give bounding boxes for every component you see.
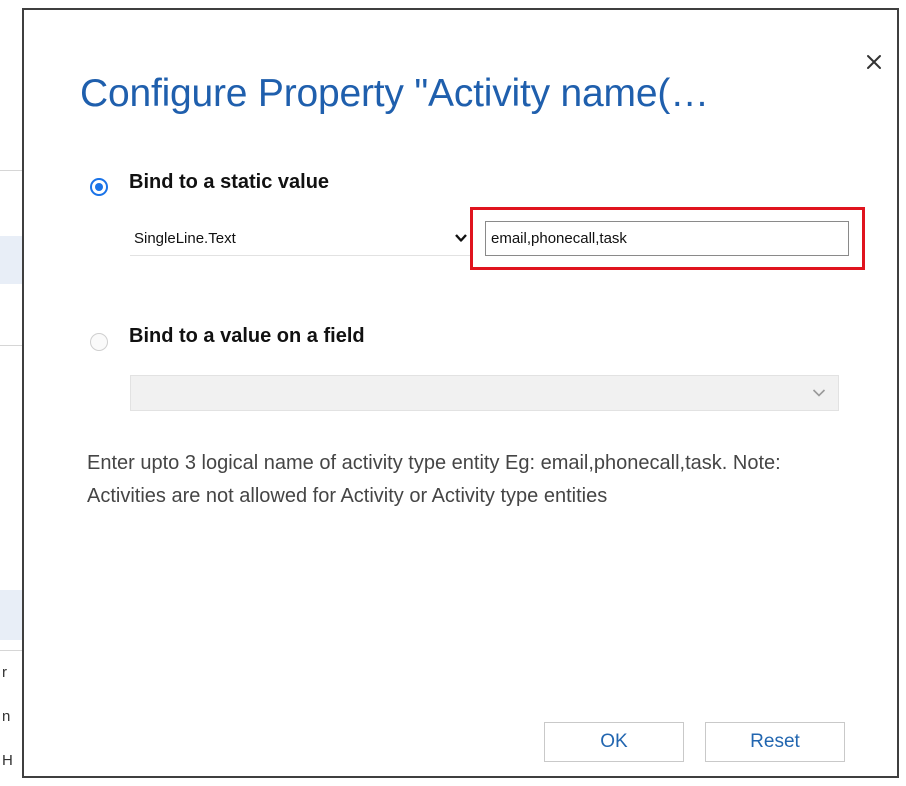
bg-text-fragment: H <box>2 752 13 769</box>
bg-divider <box>0 345 24 346</box>
bg-text-fragment: n <box>2 708 11 725</box>
reset-button[interactable]: Reset <box>705 722 845 762</box>
field-value-radio[interactable] <box>90 333 108 351</box>
static-value-input[interactable] <box>485 221 849 256</box>
dialog-title: Configure Property "Activity name(… <box>80 72 709 115</box>
field-select[interactable] <box>130 375 839 411</box>
chevron-down-icon <box>455 234 467 242</box>
bg-row-band <box>0 590 24 640</box>
close-button[interactable] <box>862 50 886 74</box>
static-value-label[interactable]: Bind to a static value <box>129 171 329 194</box>
configure-property-dialog: Configure Property "Activity name(… Bind… <box>22 8 899 778</box>
static-type-select-value: SingleLine.Text <box>134 230 236 247</box>
bg-divider <box>0 170 24 171</box>
field-value-label[interactable]: Bind to a value on a field <box>129 325 365 348</box>
bg-row-band <box>0 236 24 284</box>
close-icon <box>867 55 881 69</box>
static-type-select[interactable]: SingleLine.Text <box>130 222 470 256</box>
chevron-down-icon <box>812 389 826 397</box>
bg-text-fragment: r <box>2 664 7 681</box>
help-text: Enter upto 3 logical name of activity ty… <box>87 452 781 507</box>
static-value-radio[interactable] <box>90 178 108 196</box>
ok-button[interactable]: OK <box>544 722 684 762</box>
bg-divider <box>0 650 24 651</box>
background-app: r n H <box>0 0 24 786</box>
